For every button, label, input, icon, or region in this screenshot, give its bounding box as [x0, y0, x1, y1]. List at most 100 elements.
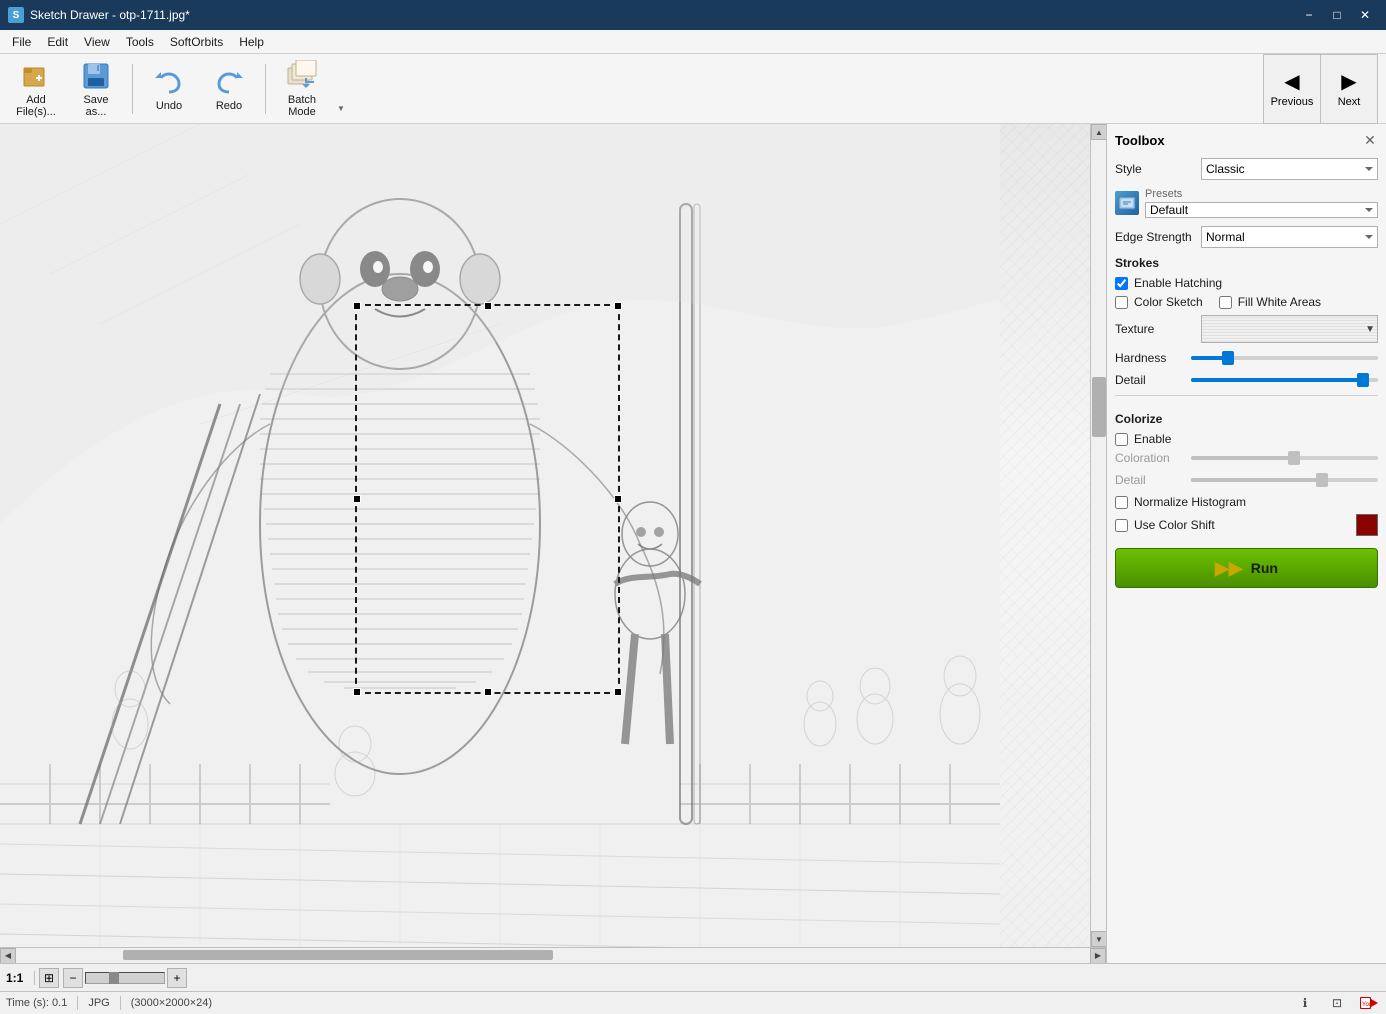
menu-tools[interactable]: Tools [118, 33, 162, 51]
canvas-scrollbar-vertical[interactable]: ▲ ▼ [1090, 124, 1106, 947]
color-sketch-row: Color Sketch Fill White Areas [1115, 295, 1378, 309]
detail-slider-thumb[interactable] [1357, 373, 1369, 387]
toolbox-close-button[interactable]: ✕ [1362, 132, 1378, 148]
menu-bar: File Edit View Tools SoftOrbits Help [0, 30, 1386, 54]
coloration-slider-thumb [1288, 451, 1300, 465]
add-files-icon [20, 60, 52, 92]
hardness-slider-track[interactable] [1191, 356, 1378, 360]
scroll-thumb-horizontal[interactable] [123, 950, 553, 960]
normalize-histogram-label[interactable]: Normalize Histogram [1134, 495, 1246, 509]
zoom-plus-button[interactable]: + [167, 968, 187, 988]
fill-white-areas-checkbox[interactable] [1219, 296, 1232, 309]
coloration-label: Coloration [1115, 451, 1185, 465]
video-button[interactable]: You [1358, 992, 1380, 1014]
use-color-shift-label[interactable]: Use Color Shift [1134, 518, 1215, 532]
status-bar: Time (s): 0.1 JPG (3000×2000×24) ℹ ⊡ You [0, 991, 1386, 1013]
next-button[interactable]: ▶ Next [1321, 55, 1377, 123]
run-button[interactable]: ▶▶ Run [1115, 548, 1378, 588]
scroll-down-button[interactable]: ▼ [1091, 931, 1106, 947]
status-sep-1 [34, 971, 35, 985]
add-files-button[interactable]: AddFile(s)... [8, 59, 64, 119]
hardness-slider-thumb[interactable] [1222, 351, 1234, 365]
title-bar: S Sketch Drawer - otp-1711.jpg* − □ ✕ [0, 0, 1386, 30]
share-button[interactable]: ⊡ [1326, 992, 1348, 1014]
toolbox-header: Toolbox ✕ [1115, 132, 1378, 148]
canvas-wrapper: ▲ ▼ ◀ ▶ [0, 124, 1106, 963]
scroll-track-vertical[interactable] [1091, 140, 1106, 931]
toolbar-separator-2 [265, 64, 266, 114]
redo-label: Redo [216, 100, 242, 112]
main-layout: ▲ ▼ ◀ ▶ Toolbox ✕ Style Classic [0, 124, 1386, 963]
menu-view[interactable]: View [76, 33, 118, 51]
zoom-fit-button[interactable]: ⊞ [39, 968, 59, 988]
menu-file[interactable]: File [4, 33, 39, 51]
color-shift-swatch[interactable] [1356, 514, 1378, 536]
enable-hatching-label[interactable]: Enable Hatching [1134, 276, 1222, 290]
close-button[interactable]: ✕ [1352, 4, 1378, 26]
save-icon [80, 60, 112, 92]
status-sep-3 [120, 996, 121, 1010]
batch-mode-button[interactable]: BatchMode [274, 59, 330, 119]
minimize-button[interactable]: − [1296, 4, 1322, 26]
presets-select[interactable]: Default [1145, 202, 1378, 218]
texture-row: Texture ▼ [1115, 315, 1378, 343]
fill-white-areas-label[interactable]: Fill White Areas [1238, 295, 1321, 309]
sketch-content [0, 124, 1090, 947]
toolbox-panel: Toolbox ✕ Style Classic Presets [1106, 124, 1386, 963]
info-button[interactable]: ℹ [1294, 992, 1316, 1014]
menu-edit[interactable]: Edit [39, 33, 76, 51]
scroll-track-horizontal[interactable] [16, 948, 1090, 964]
scroll-right-button[interactable]: ▶ [1090, 948, 1106, 964]
maximize-button[interactable]: □ [1324, 4, 1350, 26]
enable-hatching-checkbox[interactable] [1115, 277, 1128, 290]
toolbar-dropdown-arrow[interactable]: ▼ [334, 59, 348, 119]
style-select[interactable]: Classic [1201, 158, 1378, 180]
zoom-thumb[interactable] [109, 972, 119, 984]
detail-colorize-slider-thumb [1316, 473, 1328, 487]
detail-slider-fill [1191, 378, 1363, 382]
coloration-slider-fill [1191, 456, 1294, 460]
time-display: Time (s): 0.1 [6, 997, 67, 1009]
dimensions-display: (3000×2000×24) [131, 997, 212, 1009]
save-as-label: Saveas... [83, 94, 108, 118]
enable-colorize-label[interactable]: Enable [1134, 432, 1171, 446]
presets-label: Presets [1145, 188, 1378, 200]
zoom-slider[interactable] [85, 972, 165, 984]
edge-strength-select[interactable]: Normal [1201, 226, 1378, 248]
hardness-row: Hardness [1115, 351, 1378, 365]
run-icon: ▶▶ [1215, 558, 1243, 579]
canvas-area[interactable] [0, 124, 1090, 947]
scroll-thumb-vertical[interactable] [1092, 377, 1106, 437]
detail-slider-track[interactable] [1191, 378, 1378, 382]
fill-white-areas-container: Fill White Areas [1219, 295, 1321, 309]
previous-label: Previous [1271, 96, 1314, 108]
zoom-controls: − + [63, 968, 187, 988]
coloration-slider-track [1191, 456, 1378, 460]
save-as-button[interactable]: Saveas... [68, 59, 124, 119]
use-color-shift-checkbox[interactable] [1115, 519, 1128, 532]
canvas-scrollbar-horizontal[interactable]: ◀ ▶ [0, 947, 1106, 963]
scroll-up-button[interactable]: ▲ [1091, 124, 1106, 140]
previous-button[interactable]: ◀ Previous [1264, 55, 1320, 123]
scroll-left-button[interactable]: ◀ [0, 948, 16, 964]
colorize-section: Colorize Enable Coloration Detail [1115, 395, 1378, 536]
normalize-histogram-row: Normalize Histogram [1115, 495, 1378, 509]
enable-colorize-checkbox[interactable] [1115, 433, 1128, 446]
detail-row: Detail [1115, 373, 1378, 387]
undo-label: Undo [156, 100, 182, 112]
undo-button[interactable]: Undo [141, 59, 197, 119]
color-sketch-container: Color Sketch [1115, 295, 1203, 309]
enable-colorize-row: Enable [1115, 432, 1378, 446]
zoom-minus-button[interactable]: − [63, 968, 83, 988]
window-controls: − □ ✕ [1296, 4, 1378, 26]
normalize-histogram-checkbox[interactable] [1115, 496, 1128, 509]
coloration-row: Coloration [1115, 451, 1378, 465]
menu-softorbits[interactable]: SoftOrbits [162, 33, 231, 51]
texture-preview[interactable]: ▼ [1201, 315, 1378, 343]
menu-help[interactable]: Help [231, 33, 272, 51]
detail-colorize-slider-track [1191, 478, 1378, 482]
color-sketch-checkbox[interactable] [1115, 296, 1128, 309]
redo-button[interactable]: Redo [201, 59, 257, 119]
color-sketch-label[interactable]: Color Sketch [1134, 295, 1203, 309]
style-label: Style [1115, 162, 1195, 176]
